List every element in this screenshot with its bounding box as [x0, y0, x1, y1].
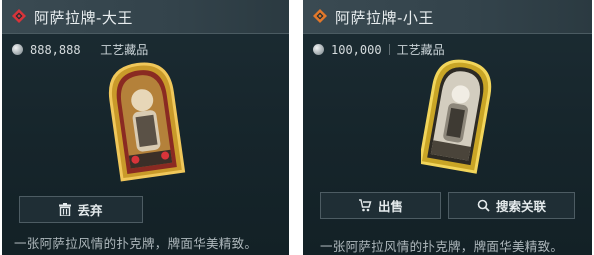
sell-button[interactable]: 出售 [320, 192, 441, 219]
item-value-row: 888,888 工艺藏品 [12, 41, 148, 57]
sell-button-label: 出售 [377, 199, 403, 214]
joker-card-image [108, 62, 186, 182]
item-title: 阿萨拉牌-小王 [335, 9, 434, 27]
item-value: 888,888 [30, 43, 81, 57]
item-title: 阿萨拉牌-大王 [34, 9, 133, 27]
divider [388, 44, 390, 55]
coin-icon [12, 44, 23, 55]
rarity-diamond-icon [313, 9, 327, 23]
item-value-row: 100,000 工艺藏品 [313, 41, 445, 57]
coin-icon [313, 44, 324, 55]
discard-button[interactable]: 丢弃 [19, 196, 143, 223]
item-category: 工艺藏品 [100, 43, 149, 57]
rarity-diamond-icon [12, 9, 26, 23]
item-detail-panel: 阿萨拉牌-小王 100,000 工艺藏品 出售 搜索关联 一张阿萨拉风情的扑克牌，… [303, 0, 592, 255]
search-related-button[interactable]: 搜索关联 [448, 192, 575, 219]
item-title-bar: 阿萨拉牌-小王 [303, 0, 592, 34]
search-icon [477, 199, 490, 212]
trash-icon [59, 203, 72, 216]
item-detail-panel: 阿萨拉牌-大王 888,888 工艺藏品 丢弃 一张阿萨拉风情的扑克牌，牌面华美… [2, 0, 289, 255]
item-category: 工艺藏品 [396, 43, 445, 57]
item-description: 一张阿萨拉风情的扑克牌，牌面华美精致。 [14, 236, 258, 251]
joker-card-image [421, 59, 492, 174]
sell-icon [358, 199, 372, 212]
item-description: 一张阿萨拉风情的扑克牌，牌面华美精致。 [320, 239, 564, 254]
discard-button-label: 丢弃 [77, 203, 103, 218]
search-related-button-label: 搜索关联 [495, 199, 546, 214]
item-value: 100,000 [331, 43, 382, 57]
item-title-bar: 阿萨拉牌-大王 [2, 0, 289, 34]
